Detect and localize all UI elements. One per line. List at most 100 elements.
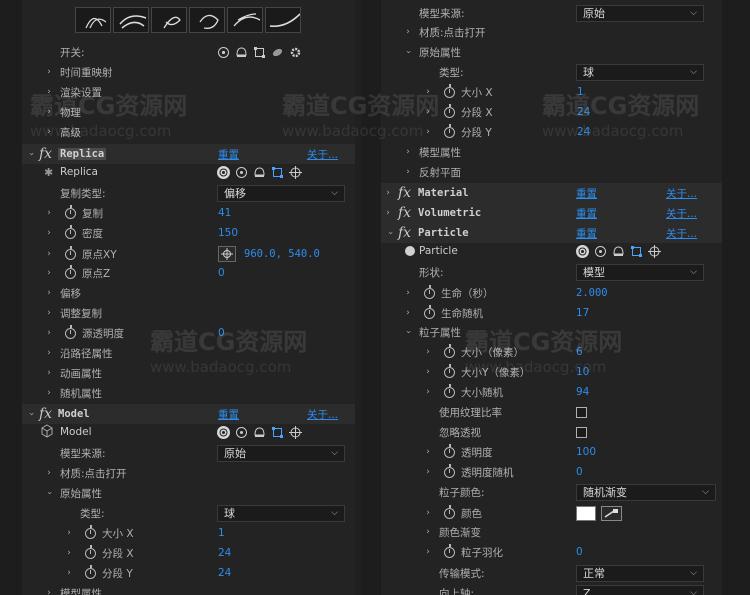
circle-outline-icon[interactable]: [235, 426, 248, 439]
effect-header-volumetric[interactable]: › fx Volumetric 重置 关于...: [381, 203, 722, 223]
helmet-icon[interactable]: [253, 426, 266, 439]
stopwatch-icon[interactable]: [444, 363, 455, 378]
stopwatch-icon[interactable]: [85, 564, 96, 579]
param-value[interactable]: 1: [577, 86, 584, 98]
expand-arrow-icon[interactable]: ›: [423, 387, 433, 397]
fx-icon[interactable]: fx: [39, 146, 52, 162]
expand-arrow-icon[interactable]: ›: [423, 547, 433, 557]
material-row[interactable]: › 材质:点击打开: [22, 463, 361, 483]
stopwatch-icon[interactable]: [65, 264, 76, 279]
helmet-icon[interactable]: [253, 166, 266, 179]
helmet-icon[interactable]: [235, 46, 248, 59]
fx-icon[interactable]: fx: [398, 205, 411, 221]
color-swatch[interactable]: [576, 505, 596, 521]
expand-arrow-icon[interactable]: ›: [423, 527, 433, 537]
reset-link[interactable]: 重置: [576, 186, 597, 201]
param-value[interactable]: 0: [576, 546, 583, 558]
bounding-box-icon[interactable]: [271, 426, 284, 439]
circle-icon[interactable]: [217, 165, 230, 179]
param-value[interactable]: 150: [218, 227, 238, 239]
expand-arrow-icon[interactable]: ›: [403, 288, 413, 298]
expand-arrow-icon[interactable]: ›: [44, 268, 54, 278]
section-offset[interactable]: › 偏移: [22, 283, 361, 303]
effect-header-material[interactable]: › fx Material 重置 关于...: [381, 183, 722, 203]
param-value[interactable]: 94: [576, 386, 589, 398]
section-time-remap[interactable]: › 时间重映射: [22, 62, 361, 82]
param-value[interactable]: 41: [218, 207, 231, 219]
expand-arrow-icon[interactable]: ›: [383, 188, 393, 198]
param-value[interactable]: 960.0, 540.0: [244, 248, 320, 260]
stopwatch-icon[interactable]: [444, 463, 455, 478]
stopwatch-icon[interactable]: [444, 123, 455, 138]
transfer-mode-dropdown[interactable]: 正常 ⌵: [576, 564, 704, 582]
expand-arrow-icon[interactable]: ›: [423, 107, 433, 117]
scrollbar[interactable]: [355, 0, 361, 595]
about-link[interactable]: 关于...: [307, 407, 338, 422]
section-anim-props[interactable]: › 动画属性: [22, 363, 361, 383]
effect-header-replica[interactable]: › fx Replica 重置 关于...: [22, 144, 361, 164]
helmet-icon[interactable]: [612, 245, 625, 258]
fx-icon[interactable]: fx: [39, 406, 52, 422]
copy-type-dropdown[interactable]: 偏移 ⌵: [217, 184, 345, 202]
param-value[interactable]: 6: [576, 346, 583, 358]
expand-arrow-icon[interactable]: ›: [423, 467, 433, 477]
target-icon[interactable]: [648, 244, 661, 258]
expand-arrow-icon[interactable]: ›: [423, 447, 433, 457]
expand-arrow-icon[interactable]: ›: [44, 308, 54, 318]
section-reflection-plane[interactable]: › 反射平面: [381, 162, 722, 182]
param-value[interactable]: 2.000: [576, 287, 608, 299]
collapse-arrow-icon[interactable]: ›: [403, 47, 413, 57]
effect-header-model[interactable]: › fx Model 重置 关于...: [22, 404, 361, 424]
orig-props-row[interactable]: › 原始属性: [381, 42, 722, 62]
stopwatch-icon[interactable]: [444, 103, 455, 118]
reset-link[interactable]: 重置: [576, 206, 597, 221]
preset-thumb-6[interactable]: [265, 7, 301, 33]
param-value[interactable]: 0: [576, 466, 583, 478]
shape-dropdown[interactable]: 模型 ⌵: [576, 263, 704, 281]
expand-arrow-icon[interactable]: ›: [383, 208, 393, 218]
circle-icon[interactable]: [217, 425, 230, 439]
expand-arrow-icon[interactable]: ›: [403, 167, 413, 177]
param-value[interactable]: 24: [577, 106, 590, 118]
collapse-arrow-icon[interactable]: ›: [26, 149, 36, 159]
expand-arrow-icon[interactable]: ›: [44, 67, 54, 77]
about-link[interactable]: 关于...: [666, 226, 697, 241]
expand-arrow-icon[interactable]: ›: [64, 528, 74, 538]
preset-thumb-2[interactable]: [113, 7, 149, 33]
circle-icon[interactable]: [576, 244, 589, 258]
expand-arrow-icon[interactable]: ›: [403, 147, 413, 157]
expand-arrow-icon[interactable]: ›: [423, 87, 433, 97]
param-value[interactable]: 17: [576, 307, 589, 319]
expand-arrow-icon[interactable]: ›: [44, 348, 54, 358]
preset-thumb-1[interactable]: [75, 7, 111, 33]
orig-props-row[interactable]: › 原始属性: [22, 483, 361, 503]
preset-thumb-5[interactable]: [227, 7, 263, 33]
about-link[interactable]: 关于...: [666, 186, 697, 201]
param-value[interactable]: 100: [576, 446, 596, 458]
stopwatch-icon[interactable]: [444, 443, 455, 458]
expand-arrow-icon[interactable]: ›: [44, 228, 54, 238]
particle-props-row[interactable]: › 粒子属性: [381, 322, 722, 342]
circle-outline-icon[interactable]: [594, 245, 607, 258]
reset-link[interactable]: 重置: [576, 226, 597, 241]
eyedropper-icon[interactable]: [601, 505, 622, 521]
section-path-props[interactable]: › 沿路径属性: [22, 343, 361, 363]
expand-arrow-icon[interactable]: ›: [423, 367, 433, 377]
collapse-arrow-icon[interactable]: ›: [403, 327, 413, 337]
expand-arrow-icon[interactable]: ›: [423, 508, 433, 518]
bounding-box-icon[interactable]: [271, 166, 284, 179]
about-link[interactable]: 关于...: [666, 206, 697, 221]
stopwatch-icon[interactable]: [85, 524, 96, 539]
param-value[interactable]: 10: [576, 366, 589, 378]
expand-arrow-icon[interactable]: ›: [423, 127, 433, 137]
preset-thumb-3[interactable]: [151, 7, 187, 33]
particle-color-dropdown[interactable]: 随机渐变 ⌵: [576, 483, 716, 501]
collapse-arrow-icon[interactable]: ›: [385, 228, 395, 238]
effect-header-particle[interactable]: › fx Particle 重置 关于...: [381, 223, 722, 243]
section-model-props[interactable]: › 模型属性: [381, 142, 722, 162]
circle-outline-icon[interactable]: [235, 166, 248, 179]
expand-arrow-icon[interactable]: ›: [44, 87, 54, 97]
expand-arrow-icon[interactable]: ›: [64, 548, 74, 558]
section-advanced[interactable]: › 高级: [22, 122, 361, 142]
fx-icon[interactable]: fx: [398, 225, 411, 241]
